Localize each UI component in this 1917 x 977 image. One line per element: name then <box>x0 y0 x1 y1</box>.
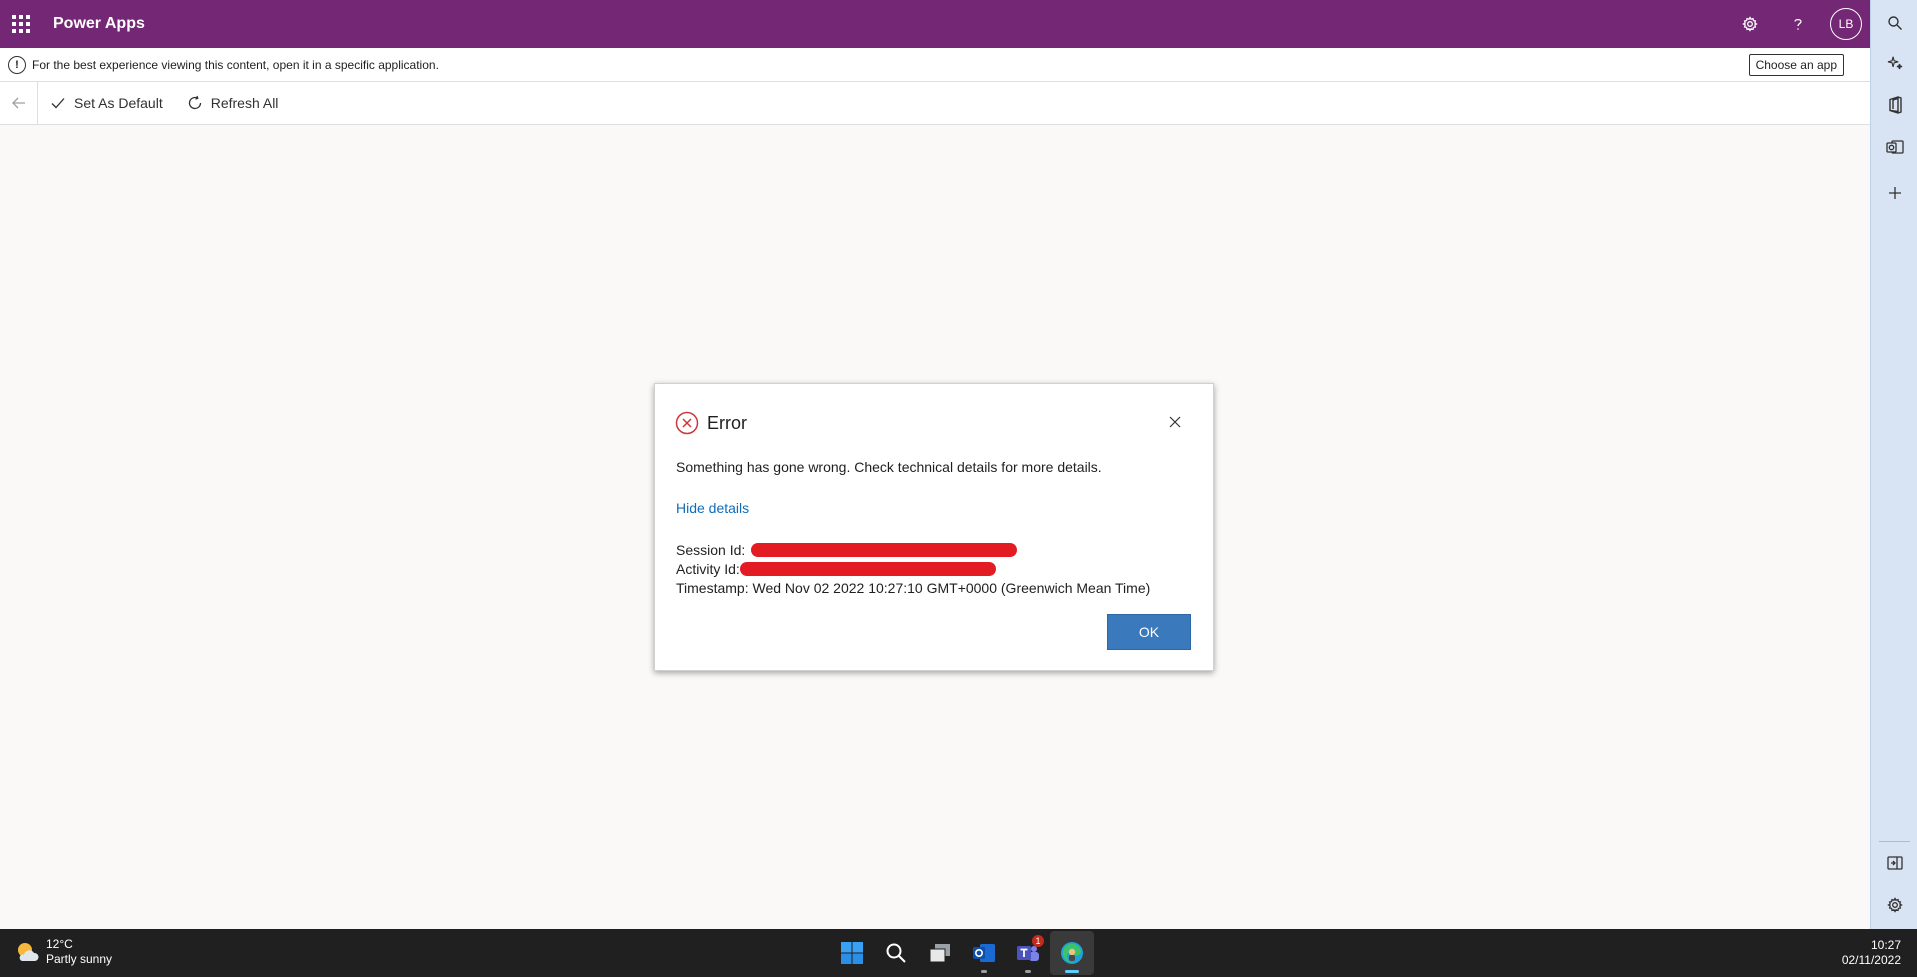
weather-temperature: 12°C <box>46 937 73 951</box>
side-outlook-button[interactable] <box>1871 132 1917 162</box>
taskbar-teams[interactable]: 1 <box>1006 931 1050 975</box>
task-view-icon <box>929 944 950 963</box>
app-title[interactable]: Power Apps <box>53 15 145 33</box>
windows-logo-icon <box>841 942 863 964</box>
ok-button[interactable]: OK <box>1107 614 1191 650</box>
arrow-left-icon <box>11 97 25 109</box>
info-icon: ! <box>8 55 26 74</box>
session-id-label: Session Id: <box>676 542 746 558</box>
error-icon <box>675 411 699 435</box>
refresh-icon <box>188 95 201 110</box>
header-actions: LB <box>1726 0 1870 48</box>
side-divider <box>1879 841 1910 842</box>
taskbar-apps: 1 <box>830 929 1094 977</box>
redaction-mark <box>751 543 1018 558</box>
info-bar: ! For the best experience viewing this c… <box>0 48 1870 82</box>
taskbar-outlook[interactable] <box>962 931 1006 975</box>
side-copilot-button[interactable] <box>1871 48 1917 78</box>
running-indicator <box>1025 970 1031 973</box>
gear-icon <box>1886 897 1903 913</box>
search-icon <box>886 943 906 963</box>
running-indicator <box>981 970 987 973</box>
side-add-button[interactable] <box>1871 178 1917 208</box>
side-settings-button[interactable] <box>1871 890 1917 920</box>
weather-description: Partly sunny <box>46 952 113 966</box>
checkmark-icon <box>51 98 65 109</box>
dialog-header: Error <box>675 411 747 435</box>
refresh-all-button[interactable]: Refresh All <box>175 82 291 125</box>
question-mark-icon <box>1794 18 1802 30</box>
error-dialog: Error Something has gone wrong. Check te… <box>654 383 1214 671</box>
partly-sunny-icon <box>18 943 39 961</box>
command-bar: Set As Default Refresh All <box>0 81 1870 125</box>
office-icon <box>1888 96 1902 114</box>
back-button[interactable] <box>0 81 38 125</box>
info-message: For the best experience viewing this con… <box>32 57 439 72</box>
gear-icon <box>1742 16 1758 32</box>
app-launcher-button[interactable] <box>0 0 42 48</box>
side-office-button[interactable] <box>1871 90 1917 120</box>
activity-id-label: Activity Id: <box>676 561 740 577</box>
side-pane <box>1870 0 1917 929</box>
taskbar: 12°C Partly sunny 1 10:27 02/11/2022 <box>0 929 1917 977</box>
edge-app-icon <box>1061 942 1083 964</box>
task-view-button[interactable] <box>918 931 962 975</box>
waffle-icon <box>12 15 30 33</box>
redaction-mark <box>739 562 996 577</box>
app-header: Power Apps LB <box>0 0 1870 48</box>
settings-button[interactable] <box>1726 0 1774 48</box>
weather-widget[interactable]: 12°C Partly sunny <box>14 937 112 967</box>
choose-app-button[interactable]: Choose an app <box>1748 54 1844 76</box>
clock-date: 02/11/2022 <box>1841 953 1901 967</box>
set-as-default-label: Set As Default <box>74 95 163 111</box>
plus-icon <box>1888 187 1901 199</box>
avatar[interactable]: LB <box>1830 8 1862 40</box>
session-id-row: Session Id: <box>676 541 1150 560</box>
close-button[interactable] <box>1167 414 1183 430</box>
start-button[interactable] <box>830 931 874 975</box>
system-clock[interactable]: 10:27 02/11/2022 <box>1842 938 1901 968</box>
close-icon <box>1169 416 1181 428</box>
timestamp-row: Timestamp: Wed Nov 02 2022 10:27:10 GMT+… <box>676 580 1151 596</box>
clock-time: 10:27 <box>1870 938 1901 952</box>
hide-details-link[interactable]: Hide details <box>676 500 749 516</box>
set-as-default-button[interactable]: Set As Default <box>38 82 175 125</box>
technical-details: Session Id: Activity Id: Timestamp: Wed … <box>676 541 1150 598</box>
outlook-icon <box>1885 140 1904 154</box>
taskbar-search-button[interactable] <box>874 931 918 975</box>
side-search-button[interactable] <box>1871 8 1917 38</box>
notification-badge: 1 <box>1032 935 1044 947</box>
sparkle-icon <box>1887 56 1902 70</box>
activity-id-row: Activity Id: <box>676 560 1150 579</box>
refresh-all-label: Refresh All <box>210 95 279 111</box>
panel-icon <box>1886 856 1903 870</box>
outlook-app-icon <box>973 944 995 962</box>
active-indicator <box>1065 970 1079 973</box>
search-icon <box>1887 16 1902 30</box>
side-hide-pane-button[interactable] <box>1871 848 1917 878</box>
dialog-message: Something has gone wrong. Check technica… <box>676 459 1102 475</box>
dialog-title: Error <box>707 412 747 433</box>
taskbar-edge[interactable] <box>1050 931 1094 975</box>
help-button[interactable] <box>1774 0 1822 48</box>
